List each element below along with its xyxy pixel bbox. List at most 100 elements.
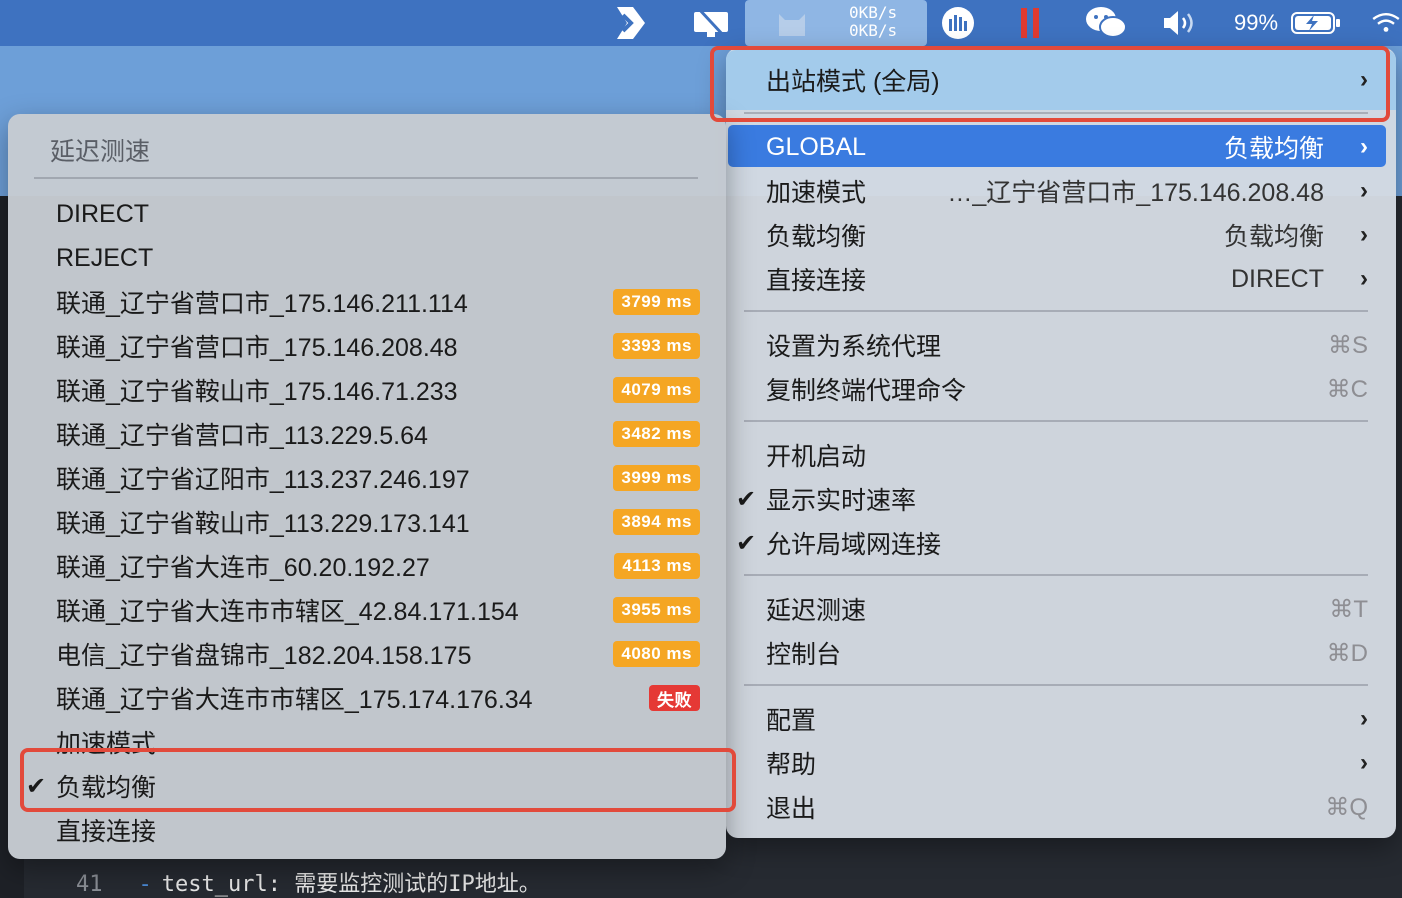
menu-bar: 0KB/s 0KB/s 99% bbox=[0, 0, 1402, 46]
proxy-item[interactable]: 联通_辽宁省大连市市辖区_42.84.171.154 3955 ms bbox=[8, 588, 726, 632]
proxy-name: 联通_辽宁省大连市_60.20.192.27 bbox=[56, 554, 430, 582]
lb-label: 负载均衡 bbox=[766, 223, 867, 251]
help-label: 帮助 bbox=[766, 751, 817, 779]
copy-cmd-label: 复制终端代理命令 bbox=[766, 377, 967, 405]
separator bbox=[744, 310, 1368, 312]
proxy-item[interactable]: 联通_辽宁省营口市_175.146.208.48 3393 ms bbox=[8, 324, 726, 368]
annotation-box-load-balance bbox=[20, 748, 736, 812]
clash-status-item[interactable]: 0KB/s 0KB/s bbox=[745, 0, 927, 46]
menu-item-set-system-proxy[interactable]: 设置为系统代理 ⌘S bbox=[726, 323, 1396, 367]
proxy-name: 联通_辽宁省辽阳市_113.237.246.197 bbox=[56, 466, 470, 494]
latency-badge: 3955 ms bbox=[613, 597, 700, 623]
config-label: 配置 bbox=[766, 707, 817, 735]
wechat-icon[interactable] bbox=[1080, 0, 1132, 46]
menu-item-dashboard[interactable]: 控制台 ⌘D bbox=[726, 631, 1396, 675]
menu-item-global[interactable]: GLOBAL 负载均衡 › bbox=[726, 125, 1396, 169]
proxy-item[interactable]: 联通_辽宁省鞍山市_175.146.71.233 4079 ms bbox=[8, 368, 726, 412]
latency-test-header[interactable]: 延迟测速 bbox=[50, 132, 150, 168]
checkmark-icon: ✔ bbox=[736, 485, 757, 513]
proxy-item[interactable]: 联通_辽宁省鞍山市_113.229.173.141 3894 ms bbox=[8, 500, 726, 544]
latency-fail-badge: 失败 bbox=[649, 685, 700, 711]
checkmark-icon: ✔ bbox=[736, 529, 757, 557]
set-proxy-label: 设置为系统代理 bbox=[766, 333, 942, 361]
proxy-name: 联通_辽宁省营口市_113.229.5.64 bbox=[56, 422, 428, 450]
menu-item-allow-lan[interactable]: ✔ 允许局域网连接 bbox=[726, 521, 1396, 565]
latency-badge: 4079 ms bbox=[613, 377, 700, 403]
menu-item-launch-at-login[interactable]: 开机启动 bbox=[726, 433, 1396, 477]
proxy-item[interactable]: 电信_辽宁省盘锦市_182.204.158.175 4080 ms bbox=[8, 632, 726, 676]
latency-badge: 4113 ms bbox=[614, 553, 700, 579]
wifi-icon[interactable] bbox=[1370, 0, 1402, 46]
menu-item-show-speed[interactable]: ✔ 显示实时速率 bbox=[726, 477, 1396, 521]
menu-item-copy-terminal-cmd[interactable]: 复制终端代理命令 ⌘C bbox=[726, 367, 1396, 411]
menu-item-latency-test[interactable]: 延迟测速 ⌘T bbox=[726, 587, 1396, 631]
net-upload-speed: 0KB/s bbox=[849, 3, 898, 22]
code-text: test_url: 需要监控测试的IP地址。 bbox=[161, 872, 541, 897]
speedometer-icon[interactable] bbox=[932, 0, 984, 46]
chevron-right-icon: › bbox=[1360, 705, 1368, 732]
proxy-name: 联通_辽宁省大连市市辖区_175.174.176.34 bbox=[56, 686, 533, 714]
proxy-name: 电信_辽宁省盘锦市_182.204.158.175 bbox=[56, 642, 472, 670]
accel-label: 加速模式 bbox=[766, 179, 867, 207]
line-number: 41 bbox=[76, 872, 103, 897]
menu-item-quit[interactable]: 退出 ⌘Q bbox=[726, 785, 1396, 829]
shortcut-label: ⌘S bbox=[1327, 331, 1368, 359]
separator bbox=[744, 684, 1368, 686]
latency-badge: 3799 ms bbox=[613, 289, 700, 315]
show-speed-label: 显示实时速率 bbox=[766, 487, 917, 515]
shortcut-label: ⌘C bbox=[1326, 375, 1368, 403]
chevron-right-icon: › bbox=[1360, 133, 1368, 160]
proxy-item[interactable]: 联通_辽宁省大连市_60.20.192.27 4113 ms bbox=[8, 544, 726, 588]
menu-item-load-balance[interactable]: 负载均衡 负载均衡 › bbox=[726, 213, 1396, 257]
menu-item-direct[interactable]: 直接连接 DIRECT › bbox=[726, 257, 1396, 301]
proxy-item[interactable]: 联通_辽宁省营口市_175.146.211.114 3799 ms bbox=[8, 280, 726, 324]
allow-lan-label: 允许局域网连接 bbox=[766, 531, 942, 559]
shortcut-label: ⌘T bbox=[1329, 595, 1368, 623]
latency-badge: 3482 ms bbox=[613, 421, 700, 447]
menu-item-help[interactable]: 帮助 › bbox=[726, 741, 1396, 785]
latency-badge: 3999 ms bbox=[613, 465, 700, 491]
proxy-item[interactable]: 联通_辽宁省辽阳市_113.237.246.197 3999 ms bbox=[8, 456, 726, 500]
pause-icon[interactable] bbox=[1008, 0, 1052, 46]
latency-label: 延迟测速 bbox=[766, 597, 867, 625]
latency-badge: 3393 ms bbox=[613, 333, 700, 359]
chevron-right-icon: › bbox=[1360, 177, 1368, 204]
dashboard-label: 控制台 bbox=[766, 641, 842, 669]
lb-value: 负载均衡 bbox=[1223, 223, 1324, 251]
battery-percent: 99% bbox=[1233, 10, 1279, 35]
net-download-speed: 0KB/s bbox=[849, 21, 898, 40]
chevron-right-icon: › bbox=[1360, 749, 1368, 776]
separator bbox=[744, 420, 1368, 422]
separator bbox=[34, 177, 698, 179]
proxy-item[interactable]: DIRECT bbox=[8, 192, 726, 236]
quit-label: 退出 bbox=[766, 795, 817, 823]
chevron-right-icon: › bbox=[1360, 221, 1368, 248]
proxy-name: 联通_辽宁省鞍山市_175.146.71.233 bbox=[56, 378, 458, 406]
menu-item-accel-mode[interactable]: 加速模式 …_辽宁省营口市_175.146.208.48 › bbox=[726, 169, 1396, 213]
launch-label: 开机启动 bbox=[766, 443, 867, 471]
monitor-icon[interactable] bbox=[686, 0, 736, 46]
code-line: 41 - test_url: 需要监控测试的IP地址。 bbox=[76, 866, 541, 898]
accel-value: …_辽宁省营口市_175.146.208.48 bbox=[947, 179, 1324, 207]
global-label: GLOBAL bbox=[766, 132, 867, 161]
proxy-item[interactable]: REJECT bbox=[8, 236, 726, 280]
proxy-name: 直接连接 bbox=[56, 818, 157, 846]
proxy-item[interactable]: 联通_辽宁省营口市_113.229.5.64 3482 ms bbox=[8, 412, 726, 456]
global-value: 负载均衡 bbox=[1223, 135, 1324, 163]
direct-value: DIRECT bbox=[1230, 264, 1324, 293]
clash-menu: 出站模式 (全局) › GLOBAL 负载均衡 › 加速模式 …_辽宁省营口市_… bbox=[726, 48, 1396, 838]
volume-icon[interactable] bbox=[1156, 0, 1204, 46]
proxy-name: 联通_辽宁省营口市_175.146.211.114 bbox=[56, 290, 468, 318]
menu-item-config[interactable]: 配置 › bbox=[726, 697, 1396, 741]
proxy-name: 联通_辽宁省大连市市辖区_42.84.171.154 bbox=[56, 598, 519, 626]
proxy-item[interactable]: 直接连接 bbox=[8, 808, 726, 852]
latency-badge: 4080 ms bbox=[613, 641, 700, 667]
separator bbox=[744, 574, 1368, 576]
direct-label: 直接连接 bbox=[766, 267, 867, 295]
cat-icon bbox=[779, 14, 805, 36]
proxy-name: DIRECT bbox=[56, 199, 150, 228]
proxy-item[interactable]: 联通_辽宁省大连市市辖区_175.174.176.34 失败 bbox=[8, 676, 726, 720]
shortcut-label: ⌘Q bbox=[1325, 793, 1368, 821]
arrow-logo-icon[interactable] bbox=[606, 0, 656, 46]
battery-charging-icon[interactable] bbox=[1288, 0, 1344, 46]
